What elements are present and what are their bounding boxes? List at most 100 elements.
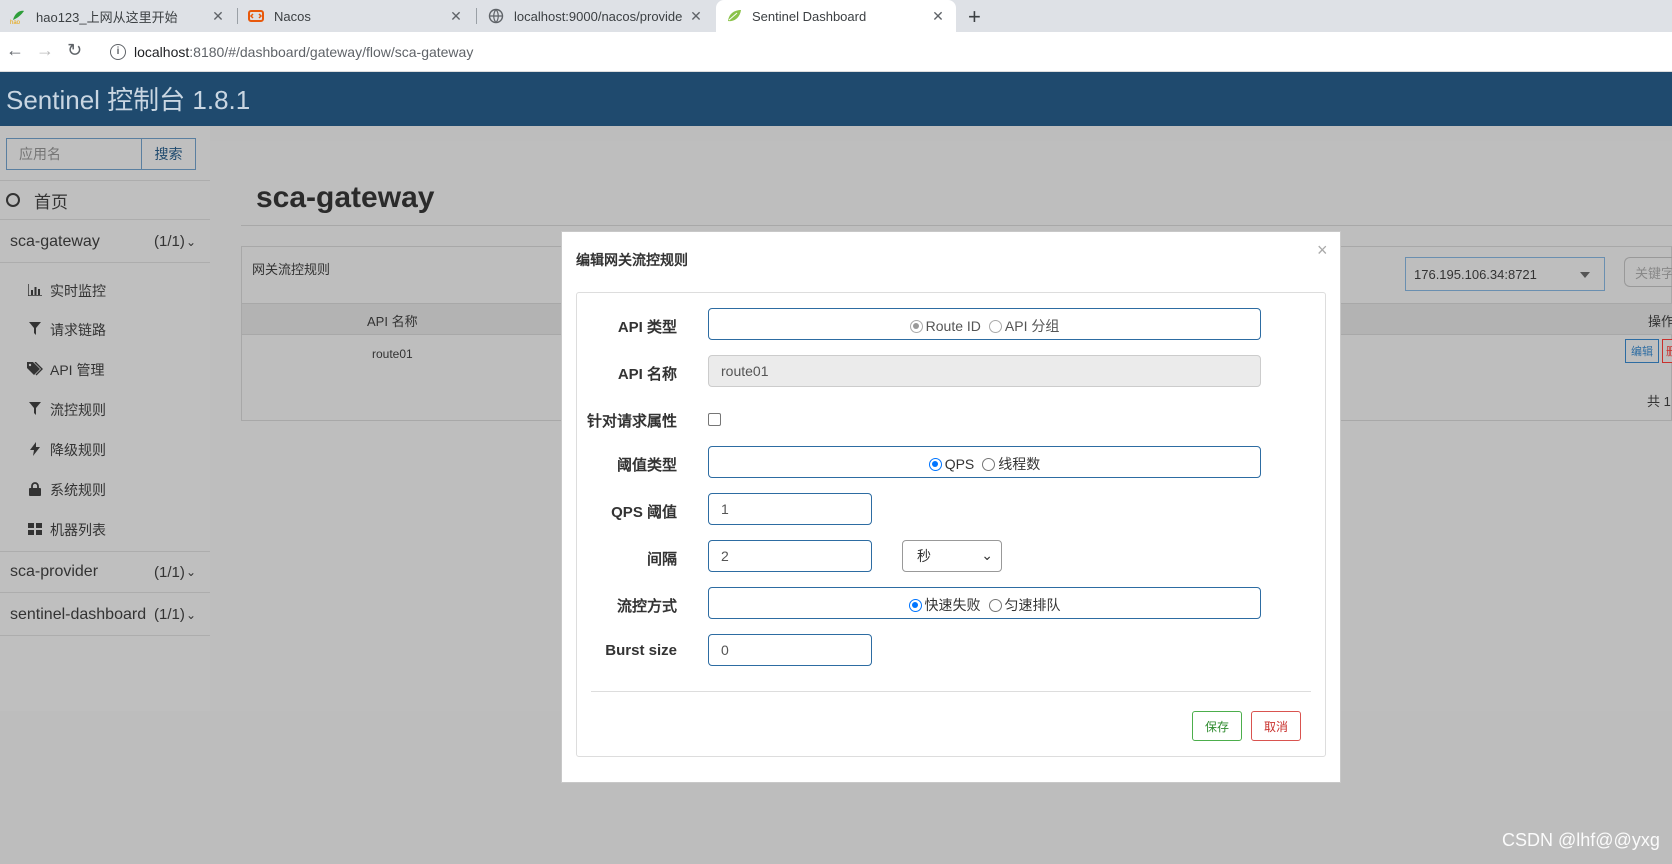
clock-icon [6,193,20,207]
sidebar-app-count: (1/1) [154,606,185,623]
leaf-icon [726,8,742,24]
api-type-radio-group: Route ID API 分组 [708,308,1261,340]
edit-button[interactable]: 编辑 [1625,339,1659,363]
browser-tab-localhost-nacos[interactable]: localhost:9000/nacos/provide ✕ [478,0,714,32]
threshold-qps-radio[interactable]: QPS [928,456,974,472]
divider [241,225,1672,226]
globe-icon [488,8,504,24]
filter-icon [26,402,44,418]
browser-tab-nacos[interactable]: Nacos ✕ [238,0,474,32]
sidebar-item-label: 实时监控 [50,283,106,299]
browser-tab-hao123[interactable]: hao hao123_上网从这里开始 ✕ [0,0,236,32]
control-queue-radio[interactable]: 匀速排队 [988,595,1061,615]
sidebar-item-flow-rules[interactable]: 流控规则 [26,390,106,430]
api-name-value: route01 [721,363,769,379]
search-button[interactable]: 搜索 [142,138,196,170]
burst-size-input[interactable]: 0 [708,634,872,666]
close-icon[interactable]: ✕ [930,8,946,25]
app-title[interactable]: Sentinel 控制台 1.8.1 [6,80,250,117]
close-icon[interactable]: ✕ [688,8,704,25]
delete-button[interactable]: 删 [1662,339,1672,363]
chevron-down-icon: ⌄ [186,234,197,249]
api-type-label: API 类型 [617,319,677,336]
close-icon[interactable]: ✕ [448,8,464,25]
sidebar-item-realtime-monitor[interactable]: 实时监控 [26,271,106,311]
save-button[interactable]: 保存 [1192,711,1242,741]
qps-label: QPS 阈值 [611,504,677,521]
grid-icon [26,522,44,538]
back-icon[interactable]: ← [6,40,24,61]
sidebar-item-label: 请求链路 [50,322,106,338]
sidebar-item-home[interactable]: 首页 [0,180,210,220]
sidebar-app-count: (1/1) [154,563,185,581]
api-type-route-id-radio[interactable]: Route ID [909,318,981,334]
column-header-operations: 操作 [1648,314,1672,329]
panel-title: 网关流控规则 [252,262,331,277]
sidebar-item-machine-list[interactable]: 机器列表 [26,510,106,550]
reload-icon[interactable]: ↻ [67,40,82,61]
url-host: localhost [134,44,190,60]
interval-unit-select[interactable]: 秒 ⌄ [902,540,1002,572]
radio-label: 线程数 [998,456,1041,472]
close-icon[interactable]: × [1317,240,1328,261]
cancel-button[interactable]: 取消 [1251,711,1301,741]
svg-text:hao: hao [10,20,21,24]
sidebar-item-system-rules[interactable]: 系统规则 [26,470,106,510]
browser-tab-sentinel[interactable]: Sentinel Dashboard ✕ [716,0,956,32]
table-total-count: 共 1 条 [1647,394,1672,409]
interval-unit-value: 秒 [917,548,931,564]
lock-icon [26,481,44,499]
sidebar-app-name: sca-provider [10,563,99,580]
control-mode-radio-group: 快速失败 匀速排队 [708,587,1261,619]
radio-dot [988,319,1002,333]
qps-input[interactable]: 1 [708,493,872,525]
new-tab-icon[interactable]: + [968,4,981,30]
sidebar-app-sca-provider[interactable]: sca-provider (1/1) ⌄ [0,551,210,593]
threshold-type-label: 阈值类型 [616,457,677,474]
sidebar-item-label: 流控规则 [50,402,106,418]
keyword-search-input[interactable]: 关键字 [1624,257,1672,287]
threshold-threads-radio[interactable]: 线程数 [982,454,1040,474]
radio-label: API 分组 [1004,318,1060,334]
control-fail-fast-radio[interactable]: 快速失败 [908,595,981,615]
app-search: 搜索 [6,138,196,170]
chevron-down-icon: ⌄ [186,565,197,579]
close-icon[interactable]: ✕ [210,8,226,25]
rule-form: API 类型 Route ID API 分组 API 名称 route01 针对… [576,292,1326,757]
sidebar-item-label: 降级规则 [50,442,106,458]
forward-icon[interactable]: → [36,40,54,61]
chevron-down-icon: ⌄ [186,607,197,622]
interval-input[interactable]: 2 [708,540,872,572]
tags-icon [26,361,44,379]
sidebar-app-name: sentinel-dashboard [10,605,147,623]
sidebar-app-sentinel-dashboard[interactable]: sentinel-dashboard (1/1) ⌄ [0,594,210,636]
machine-select[interactable]: 176.195.106.34:8721 [1405,257,1605,291]
request-attr-checkbox[interactable] [708,413,721,426]
sidebar-item-request-chain[interactable]: 请求链路 [26,310,106,350]
radio-label: Route ID [925,318,981,334]
radio-dot [909,319,923,333]
control-mode-label: 流控方式 [616,598,677,615]
sidebar-item-api-management[interactable]: API 管理 [26,350,104,390]
sidebar-item-label: 系统规则 [50,482,106,498]
radio-dot [988,598,1002,612]
api-type-api-group-radio[interactable]: API 分组 [988,316,1060,336]
info-icon[interactable]: i [110,44,126,60]
radio-label: 匀速排队 [1004,597,1061,613]
sidebar-app-sca-gateway[interactable]: sca-gateway (1/1) ⌄ [0,221,210,263]
radio-dot [928,457,942,471]
burst-size-value: 0 [721,642,729,658]
radio-label: 快速失败 [924,597,981,613]
dialog-title: 编辑网关流控规则 [576,252,688,268]
tab-divider [476,8,477,24]
url-field[interactable]: i localhost:8180/#/dashboard/gateway/flo… [100,37,1660,67]
sidebar-item-degrade-rules[interactable]: 降级规则 [26,430,106,470]
divider [591,691,1311,692]
app-search-input[interactable] [6,138,142,170]
qps-value: 1 [721,501,729,517]
bar-chart-icon [26,283,44,299]
filter-icon [26,322,44,338]
keyword-placeholder: 关键字 [1635,265,1672,281]
caret-down-icon [1580,272,1590,278]
browser-tab-bar: hao hao123_上网从这里开始 ✕ Nacos ✕ localhost:9… [0,0,1672,32]
